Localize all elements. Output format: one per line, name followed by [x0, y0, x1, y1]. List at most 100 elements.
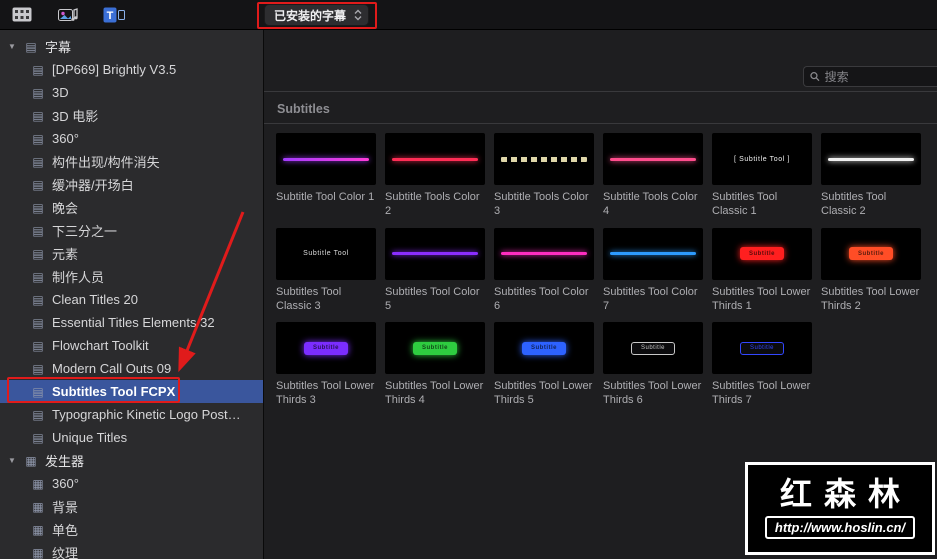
title-item[interactable]: Subtitle Tools Color 4 — [603, 133, 703, 219]
search-input[interactable] — [824, 69, 931, 84]
dropdown-label: 已安装的字幕 — [274, 8, 347, 23]
title-item[interactable]: Subtitles Tool Color 7 — [603, 227, 703, 314]
sidebar-item[interactable]: ▤ Typographic Kinetic Logo Post… — [0, 403, 263, 426]
section-icon: ▦ — [25, 453, 37, 468]
sidebar-item[interactable]: ▤ Flowchart Toolkit — [0, 334, 263, 357]
title-item-label: Subtitles Tool Lower Thirds 5 — [494, 380, 593, 407]
title-thumbnail[interactable] — [821, 133, 921, 185]
title-thumbnail[interactable] — [603, 133, 703, 185]
title-item[interactable]: Subtitle Tools Color 2 — [385, 133, 485, 219]
sidebar-item-label: 制作人员 — [52, 270, 105, 285]
title-item[interactable]: [ Subtitle Tool ] Subtitles Tool Classic… — [712, 133, 812, 219]
thumbnail-graphic — [392, 157, 478, 161]
title-thumbnail[interactable]: Subtitle — [385, 322, 485, 375]
sidebar-item[interactable]: ▤ 构件出现/构件消失 — [0, 150, 263, 173]
title-item-label: Subtitles Tool Lower Thirds 7 — [712, 380, 811, 407]
sidebar-item[interactable]: ▤ 元素 — [0, 242, 263, 265]
title-thumbnail[interactable]: Subtitle — [712, 322, 812, 375]
title-item[interactable]: Subtitle Subtitles Tool Lower Thirds 7 — [712, 322, 812, 408]
title-thumbnail[interactable] — [494, 227, 594, 280]
item-icon: ▦ — [32, 545, 44, 559]
title-thumbnail[interactable]: Subtitle — [712, 227, 812, 280]
item-icon: ▤ — [32, 108, 44, 123]
title-thumbnail[interactable]: Subtitle — [494, 322, 594, 375]
title-thumbnail[interactable] — [385, 227, 485, 280]
title-thumbnail[interactable]: [ Subtitle Tool ] — [712, 133, 812, 185]
sidebar-item[interactable]: ▤ Subtitles Tool FCPX — [0, 380, 263, 403]
thumbnail-graphic: Subtitle — [413, 341, 457, 355]
item-icon: ▤ — [32, 131, 44, 146]
title-item-label: Subtitles Tool Color 5 — [385, 285, 480, 312]
title-item[interactable]: Subtitles Tool Classic 2 — [821, 133, 921, 219]
sidebar-item[interactable]: ▦ 背景 — [0, 495, 263, 518]
sidebar-section-label: 字幕 — [45, 40, 72, 55]
media-browser-icon[interactable] — [10, 6, 34, 24]
browser-toggle-icons: T — [10, 6, 126, 24]
title-thumbnail[interactable] — [276, 133, 376, 185]
svg-text:T: T — [107, 10, 114, 22]
title-thumbnail[interactable]: Subtitle — [603, 322, 703, 375]
thumbnail-graphic: Subtitle — [522, 341, 566, 355]
sidebar-item[interactable]: ▤ 3D — [0, 81, 263, 104]
item-icon: ▤ — [32, 338, 44, 353]
title-item-label: Subtitles Tool Classic 3 — [276, 285, 342, 312]
sidebar-item[interactable]: ▤ Clean Titles 20 — [0, 288, 263, 311]
title-item-label: Subtitles Tool Lower Thirds 2 — [821, 285, 920, 312]
title-item[interactable]: Subtitle Subtitles Tool Lower Thirds 6 — [603, 322, 703, 408]
sidebar-item[interactable]: ▦ 纹理 — [0, 541, 263, 559]
title-thumbnail[interactable] — [385, 133, 485, 185]
installed-titles-dropdown[interactable]: 已安装的字幕 — [264, 4, 370, 26]
section-header: Subtitles — [264, 92, 937, 124]
sidebar-item[interactable]: ▤ 晚会 — [0, 196, 263, 219]
sidebar-item[interactable]: ▤ 缓冲器/开场白 — [0, 173, 263, 196]
title-item-label: Subtitles Tool Lower Thirds 1 — [712, 285, 811, 312]
title-item[interactable]: Subtitle Tool Subtitles Tool Classic 3 — [276, 227, 376, 314]
sidebar-item[interactable]: ▤ Modern Call Outs 09 — [0, 357, 263, 380]
thumbnail-graphic — [610, 252, 696, 256]
title-item-label: Subtitles Tool Lower Thirds 3 — [276, 380, 375, 407]
sidebar-section-row[interactable]: ▼ ▦ 发生器 — [0, 449, 263, 472]
sidebar-item[interactable]: ▤ Essential Titles Elements 32 — [0, 311, 263, 334]
sidebar-item-label: 下三分之一 — [52, 224, 118, 239]
title-item[interactable]: Subtitle Subtitles Tool Lower Thirds 3 — [276, 322, 376, 408]
title-item[interactable]: Subtitles Tool Color 6 — [494, 227, 594, 314]
title-item[interactable]: Subtitle Subtitles Tool Lower Thirds 4 — [385, 322, 485, 408]
item-icon: ▤ — [32, 430, 44, 445]
section-icon: ▤ — [25, 39, 37, 54]
title-item[interactable]: Subtitle Tool Color 1 — [276, 133, 376, 219]
title-item[interactable]: Subtitle Subtitles Tool Lower Thirds 5 — [494, 322, 594, 408]
sidebar-item[interactable]: ▤ 制作人员 — [0, 265, 263, 288]
sidebar-item[interactable]: ▤ 3D 电影 — [0, 104, 263, 127]
sidebar-item[interactable]: ▤ [DP669] Brightly V3.5 — [0, 58, 263, 81]
title-item-label: Subtitle Tools Color 2 — [385, 191, 480, 218]
title-item[interactable]: Subtitles Tool Color 5 — [385, 227, 485, 314]
item-icon: ▤ — [32, 223, 44, 238]
title-thumbnail[interactable] — [603, 227, 703, 280]
sidebar-item[interactable]: ▤ Unique Titles — [0, 426, 263, 449]
sidebar-item-label: Modern Call Outs 09 — [52, 361, 172, 376]
sidebar-section-row[interactable]: ▼ ▤ 字幕 — [0, 35, 263, 58]
thumbnail-graphic — [283, 157, 369, 161]
sidebar-item[interactable]: ▦ 360° — [0, 472, 263, 495]
disclosure-triangle-icon[interactable]: ▼ — [8, 42, 17, 51]
photos-audio-icon[interactable] — [56, 6, 80, 24]
sidebar-item[interactable]: ▦ 单色 — [0, 518, 263, 541]
search-field[interactable] — [803, 66, 937, 87]
title-item-label: Subtitles Tool Classic 1 — [712, 191, 778, 218]
title-thumbnail[interactable]: Subtitle Tool — [276, 227, 376, 280]
titles-grid: Subtitle Tool Color 1 Subtitle Tools Col… — [264, 124, 937, 417]
thumbnail-graphic: Subtitle — [304, 341, 348, 355]
sidebar-item[interactable]: ▤ 下三分之一 — [0, 219, 263, 242]
content-topbar — [264, 30, 937, 92]
title-item[interactable]: Subtitle Subtitles Tool Lower Thirds 2 — [821, 227, 921, 314]
title-thumbnail[interactable]: Subtitle — [276, 322, 376, 375]
sidebar-item-label: Clean Titles 20 — [52, 292, 138, 307]
title-item[interactable]: Subtitle Tools Color 3 — [494, 133, 594, 219]
title-thumbnail[interactable] — [494, 133, 594, 185]
titles-generators-icon[interactable]: T — [102, 6, 126, 24]
disclosure-triangle-icon[interactable]: ▼ — [8, 456, 17, 465]
sidebar-item[interactable]: ▤ 360° — [0, 127, 263, 150]
title-thumbnail[interactable]: Subtitle — [821, 227, 921, 280]
title-item[interactable]: Subtitle Subtitles Tool Lower Thirds 1 — [712, 227, 812, 314]
item-icon: ▤ — [32, 315, 44, 330]
